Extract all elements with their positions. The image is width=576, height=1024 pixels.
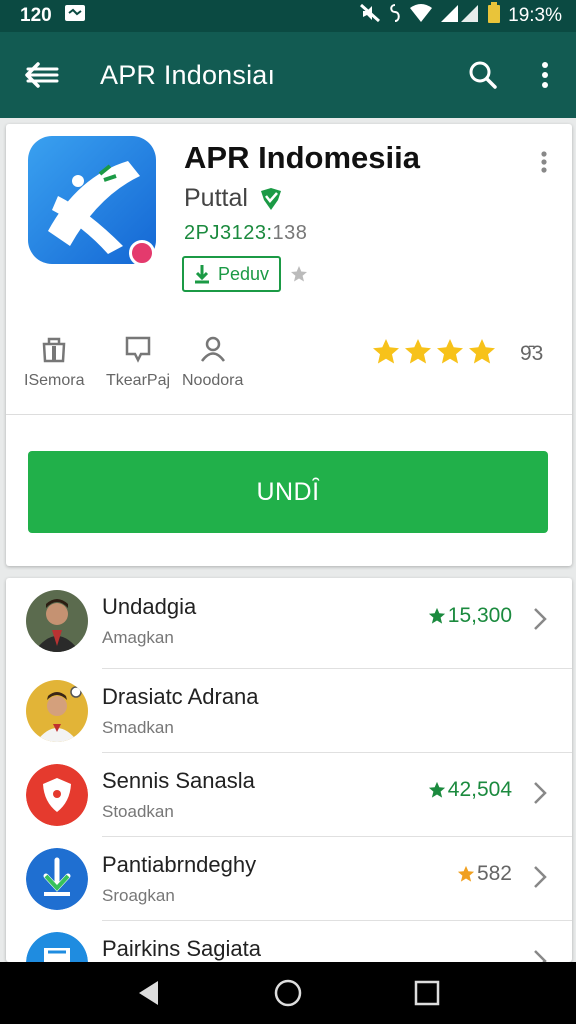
product-badge-label: Peduv <box>218 263 270 284</box>
signal-icon <box>440 3 480 29</box>
bag-icon <box>42 337 66 363</box>
back-arrow-icon <box>25 62 59 88</box>
rating-count: 9̄3 <box>520 342 544 365</box>
list-item-score: 582 <box>457 862 512 886</box>
nav-home-icon <box>274 979 302 1007</box>
mute-icon <box>359 3 381 29</box>
status-time: 120 <box>20 5 52 26</box>
list-item[interactable]: Sennis Sanasla Stoadkan 42,504 <box>6 752 572 836</box>
battery-icon <box>487 2 501 30</box>
list-item[interactable]: Pairkins Sagiata <box>6 920 572 962</box>
list-item-score-value: 42,504 <box>447 778 512 801</box>
rating-star-icon <box>437 339 463 364</box>
list-item-title: Pairkins Sagiata <box>102 936 261 961</box>
person-icon <box>200 336 225 362</box>
nav-back-button[interactable] <box>121 965 177 1021</box>
system-nav-bar <box>0 962 576 1024</box>
meta-label: Noodora <box>182 372 244 389</box>
install-button[interactable]: UNDȊ <box>28 451 548 533</box>
chevron-right-icon[interactable] <box>528 946 552 962</box>
app-id: 2PJ3123:138 <box>184 222 307 245</box>
person-avatar-2 <box>26 680 88 742</box>
nav-home-button[interactable] <box>260 965 316 1021</box>
list-item-subtitle: Sroagkan <box>102 886 175 905</box>
rating-star-icon <box>405 339 431 364</box>
more-vert-icon <box>542 62 548 88</box>
list-item-title: Pantiabrndeghy <box>102 852 257 877</box>
list-item-subtitle: Smadkan <box>102 718 174 737</box>
star-icon <box>457 865 475 882</box>
download-icon <box>195 265 209 284</box>
status-bar: 120 19:3% <box>0 0 576 32</box>
related-apps-list: Undadgia Amagkan 15,300 Drasiatc Adrana … <box>6 578 572 962</box>
rating-stars <box>372 338 496 366</box>
rating-star-icon <box>469 339 495 364</box>
status-clock: 19:3% <box>508 5 562 26</box>
install-button-label: UNDȊ <box>256 477 320 506</box>
calendar-app-icon <box>26 932 88 962</box>
shield-app-icon <box>26 764 88 826</box>
more-vert-icon <box>541 151 547 173</box>
list-item[interactable]: Undadgia Amagkan 15,300 <box>6 578 572 662</box>
wifi-icon <box>409 3 433 29</box>
star-icon <box>428 781 445 798</box>
meta-item-users[interactable]: Noodora <box>182 334 243 390</box>
list-item[interactable]: Pantiabrndeghy Sroagkan 582 <box>6 836 572 920</box>
list-item-score-value: 15,300 <box>447 604 512 627</box>
app-id-rest: 138 <box>272 222 308 244</box>
list-item-score-value: 582 <box>476 862 512 885</box>
list-item-subtitle: Stoadkan <box>102 802 174 821</box>
app-bar-title: APR Indonsiaı <box>100 59 276 90</box>
list-item-title: Sennis Sanasla <box>102 768 255 793</box>
verified-badge-icon <box>260 187 281 210</box>
app-badge-icon <box>129 240 155 266</box>
app-id-highlight: 2PJ3123: <box>184 222 273 244</box>
meta-label: TkearPaj <box>106 372 171 389</box>
rating-star-icon <box>373 339 399 364</box>
meta-label: ISemora <box>24 372 85 389</box>
divider <box>6 414 572 415</box>
meta-item-category[interactable]: ISemora <box>24 334 84 390</box>
back-button[interactable] <box>0 32 84 118</box>
person-avatar-1 <box>26 590 88 652</box>
small-star-icon <box>291 266 308 282</box>
chevron-right-icon[interactable] <box>528 604 552 634</box>
search-icon <box>469 61 497 89</box>
chevron-right-icon[interactable] <box>528 778 552 808</box>
nav-recents-button[interactable] <box>399 965 455 1021</box>
developer-name[interactable]: Puttal <box>184 184 248 213</box>
list-item-title: Drasiatc Adrana <box>102 684 259 709</box>
star-icon <box>428 607 445 624</box>
list-item-score: 15,300 <box>428 604 512 628</box>
notification-icon <box>64 4 86 28</box>
chevron-right-icon[interactable] <box>528 862 552 892</box>
nav-back-icon <box>139 981 159 1005</box>
app-header-card: APR Indomesiia Puttal 2PJ3123:138 Peduv … <box>6 124 572 566</box>
app-meta-row: ISemora TkearPaj Noodora 9̄3 <box>20 334 560 394</box>
meta-item-reviews[interactable]: TkearPaj <box>106 334 170 390</box>
vibrate-icon <box>388 3 402 29</box>
overflow-menu-button[interactable] <box>514 32 576 118</box>
list-item[interactable]: Drasiatc Adrana Smadkan <box>6 668 572 752</box>
download-app-icon <box>26 848 88 910</box>
card-menu-button[interactable] <box>526 144 562 180</box>
product-badge[interactable]: Peduv <box>182 256 282 292</box>
list-item-title: Undadgia <box>102 594 197 619</box>
nav-recents-icon <box>414 980 439 1006</box>
app-title: APR Indomesiia <box>184 140 420 175</box>
chat-icon <box>125 336 151 363</box>
search-button[interactable] <box>452 32 514 118</box>
app-bar: APR Indonsiaı <box>0 32 576 118</box>
list-item-subtitle: Amagkan <box>102 628 174 647</box>
list-item-score: 42,504 <box>428 778 512 802</box>
